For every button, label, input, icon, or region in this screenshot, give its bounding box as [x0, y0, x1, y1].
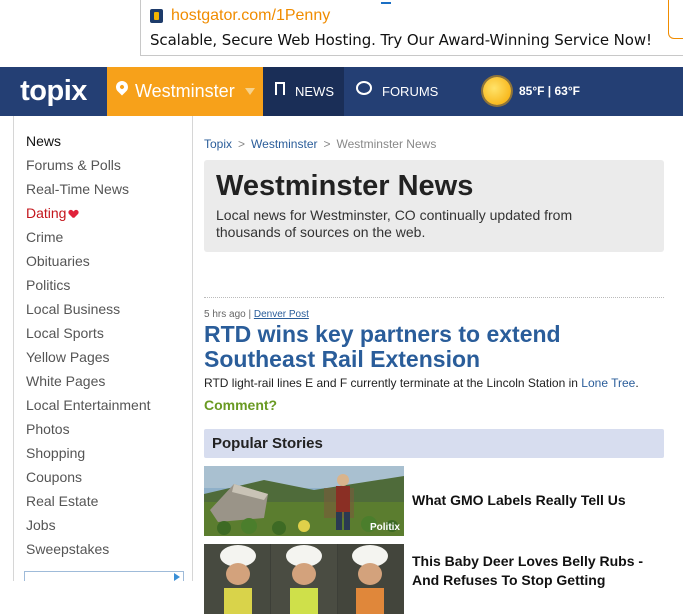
- location-name: Westminster: [135, 81, 235, 101]
- sidebar-item-crime[interactable]: Crime: [26, 229, 151, 253]
- ad-top-strip: [141, 0, 683, 7]
- sidebar-item-label: Politics: [26, 277, 71, 293]
- ad-url[interactable]: hostgator.com/1Penny: [171, 7, 330, 25]
- popular-stories-title: Popular Stories: [212, 435, 323, 452]
- sidebar: News Forums & Polls Real-Time News Datin…: [13, 116, 193, 581]
- chat-bubble-icon: [356, 81, 372, 95]
- sidebar-item-shopping[interactable]: Shopping: [26, 445, 151, 469]
- nav-tab-news[interactable]: NEWS: [263, 67, 344, 116]
- sidebar-item-label: Yellow Pages: [26, 349, 110, 365]
- sidebar-item-dating[interactable]: Dating: [26, 205, 151, 229]
- location-pin-icon: [113, 78, 131, 96]
- breadcrumb-current: Westminster News: [336, 137, 437, 151]
- comment-link[interactable]: Comment?: [204, 397, 277, 413]
- heart-icon: [69, 210, 78, 218]
- sidebar-item-label: Real-Time News: [26, 181, 129, 197]
- summary-location-link[interactable]: Lone Tree: [581, 376, 635, 390]
- popular-stories-header: Popular Stories: [204, 429, 664, 458]
- sidebar-item-real-estate[interactable]: Real Estate: [26, 493, 151, 517]
- sidebar-item-label: Local Sports: [26, 325, 104, 341]
- nav-forums-label: FORUMS: [382, 84, 439, 99]
- story-title[interactable]: This Baby Deer Loves Belly Rubs - And Re…: [412, 552, 664, 590]
- sidebar-item-forums-polls[interactable]: Forums & Polls: [26, 157, 151, 181]
- sidebar-item-label: Sweepstakes: [26, 541, 110, 557]
- sidebar-item-obituaries[interactable]: Obituaries: [26, 253, 151, 277]
- story-source: Politix: [369, 522, 400, 533]
- top-navigation: topix Westminster NEWS FORUMS 85°F | 63°…: [0, 67, 683, 116]
- sidebar-menu: News Forums & Polls Real-Time News Datin…: [26, 133, 151, 565]
- sidebar-item-white-pages[interactable]: White Pages: [26, 373, 151, 397]
- sidebar-item-label: Local Business: [26, 301, 121, 317]
- sidebar-item-label: News: [26, 133, 62, 149]
- sidebar-item-label: Coupons: [26, 469, 83, 485]
- sidebar-item-label: Photos: [26, 421, 70, 437]
- nav-news-label: NEWS: [295, 84, 334, 99]
- story-thumbnail[interactable]: [204, 544, 404, 614]
- hostgator-logo-icon: [150, 9, 163, 23]
- workers-photo-image: [204, 544, 404, 614]
- sidebar-item-coupons[interactable]: Coupons: [26, 469, 151, 493]
- sidebar-item-real-time-news[interactable]: Real-Time News: [26, 181, 151, 205]
- sidebar-item-politics[interactable]: Politics: [26, 277, 151, 301]
- page-description: Local news for Westminster, CO continual…: [216, 207, 573, 240]
- page-header-box: Westminster News Local news for Westmins…: [204, 160, 664, 252]
- top-ad-banner[interactable]: hostgator.com/1Penny Scalable, Secure We…: [140, 0, 683, 56]
- summary-end: .: [635, 376, 639, 390]
- sun-icon: [483, 77, 511, 105]
- breadcrumb-westminster[interactable]: Westminster: [251, 137, 317, 151]
- sidebar-item-label: Real Estate: [26, 493, 99, 509]
- topix-logo[interactable]: topix: [0, 67, 107, 116]
- sidebar-item-news[interactable]: News: [26, 133, 151, 157]
- story-item[interactable]: This Baby Deer Loves Belly Rubs - And Re…: [204, 544, 664, 614]
- sidebar-item-label: Shopping: [26, 445, 86, 461]
- article-meta: 5 hrs ago | Denver Post: [204, 309, 309, 320]
- summary-text: RTD light-rail lines E and F currently t…: [204, 376, 582, 390]
- bookmark-icon: [275, 82, 285, 97]
- story-title[interactable]: What GMO Labels Really Tell Us: [412, 491, 664, 510]
- sidebar-item-label: Jobs: [26, 517, 56, 533]
- meta-separator: |: [248, 309, 252, 320]
- sidebar-item-label: Dating: [26, 205, 67, 221]
- story-item[interactable]: Politix What GMO Labels Really Tell Us: [204, 466, 664, 536]
- sidebar-item-label: White Pages: [26, 373, 106, 389]
- section-divider: [204, 297, 664, 298]
- sidebar-item-local-entertainment[interactable]: Local Entertainment: [26, 397, 151, 421]
- story-thumbnail[interactable]: Politix: [204, 466, 404, 536]
- weather-temps: 85°F | 63°F: [519, 84, 580, 98]
- ad-choices-icon[interactable]: [174, 573, 180, 581]
- sidebar-item-local-sports[interactable]: Local Sports: [26, 325, 151, 349]
- article-time: 5 hrs ago: [204, 309, 246, 320]
- breadcrumb-separator: >: [238, 137, 246, 151]
- ad-text[interactable]: Scalable, Secure Web Hosting. Try Our Aw…: [150, 31, 652, 49]
- sidebar-item-jobs[interactable]: Jobs: [26, 517, 151, 541]
- breadcrumb-separator: >: [323, 137, 331, 151]
- sidebar-item-label: Obituaries: [26, 253, 90, 269]
- breadcrumb-topix[interactable]: Topix: [204, 137, 232, 151]
- sidebar-item-yellow-pages[interactable]: Yellow Pages: [26, 349, 151, 373]
- sidebar-item-label: Local Entertainment: [26, 397, 151, 413]
- nav-tab-forums[interactable]: FORUMS: [344, 67, 454, 116]
- sidebar-item-photos[interactable]: Photos: [26, 421, 151, 445]
- article-source-link[interactable]: Denver Post: [254, 309, 309, 320]
- article-headline[interactable]: RTD wins key partners to extend Southeas…: [204, 322, 664, 372]
- sidebar-item-local-business[interactable]: Local Business: [26, 301, 151, 325]
- sidebar-item-sweepstakes[interactable]: Sweepstakes: [26, 541, 151, 565]
- sidebar-item-label: Crime: [26, 229, 64, 245]
- article-summary: RTD light-rail lines E and F currently t…: [204, 376, 664, 390]
- weather-widget[interactable]: 85°F | 63°F: [480, 67, 600, 116]
- location-selector[interactable]: Westminster: [107, 67, 263, 116]
- sidebar-ad-box[interactable]: [24, 571, 184, 581]
- breadcrumb: Topix > Westminster > Westminster News: [204, 137, 436, 151]
- sidebar-item-label: Forums & Polls: [26, 157, 121, 173]
- ad-frame-edge: [668, 0, 683, 39]
- page-title: Westminster News: [216, 170, 474, 202]
- chevron-down-icon: [245, 88, 255, 95]
